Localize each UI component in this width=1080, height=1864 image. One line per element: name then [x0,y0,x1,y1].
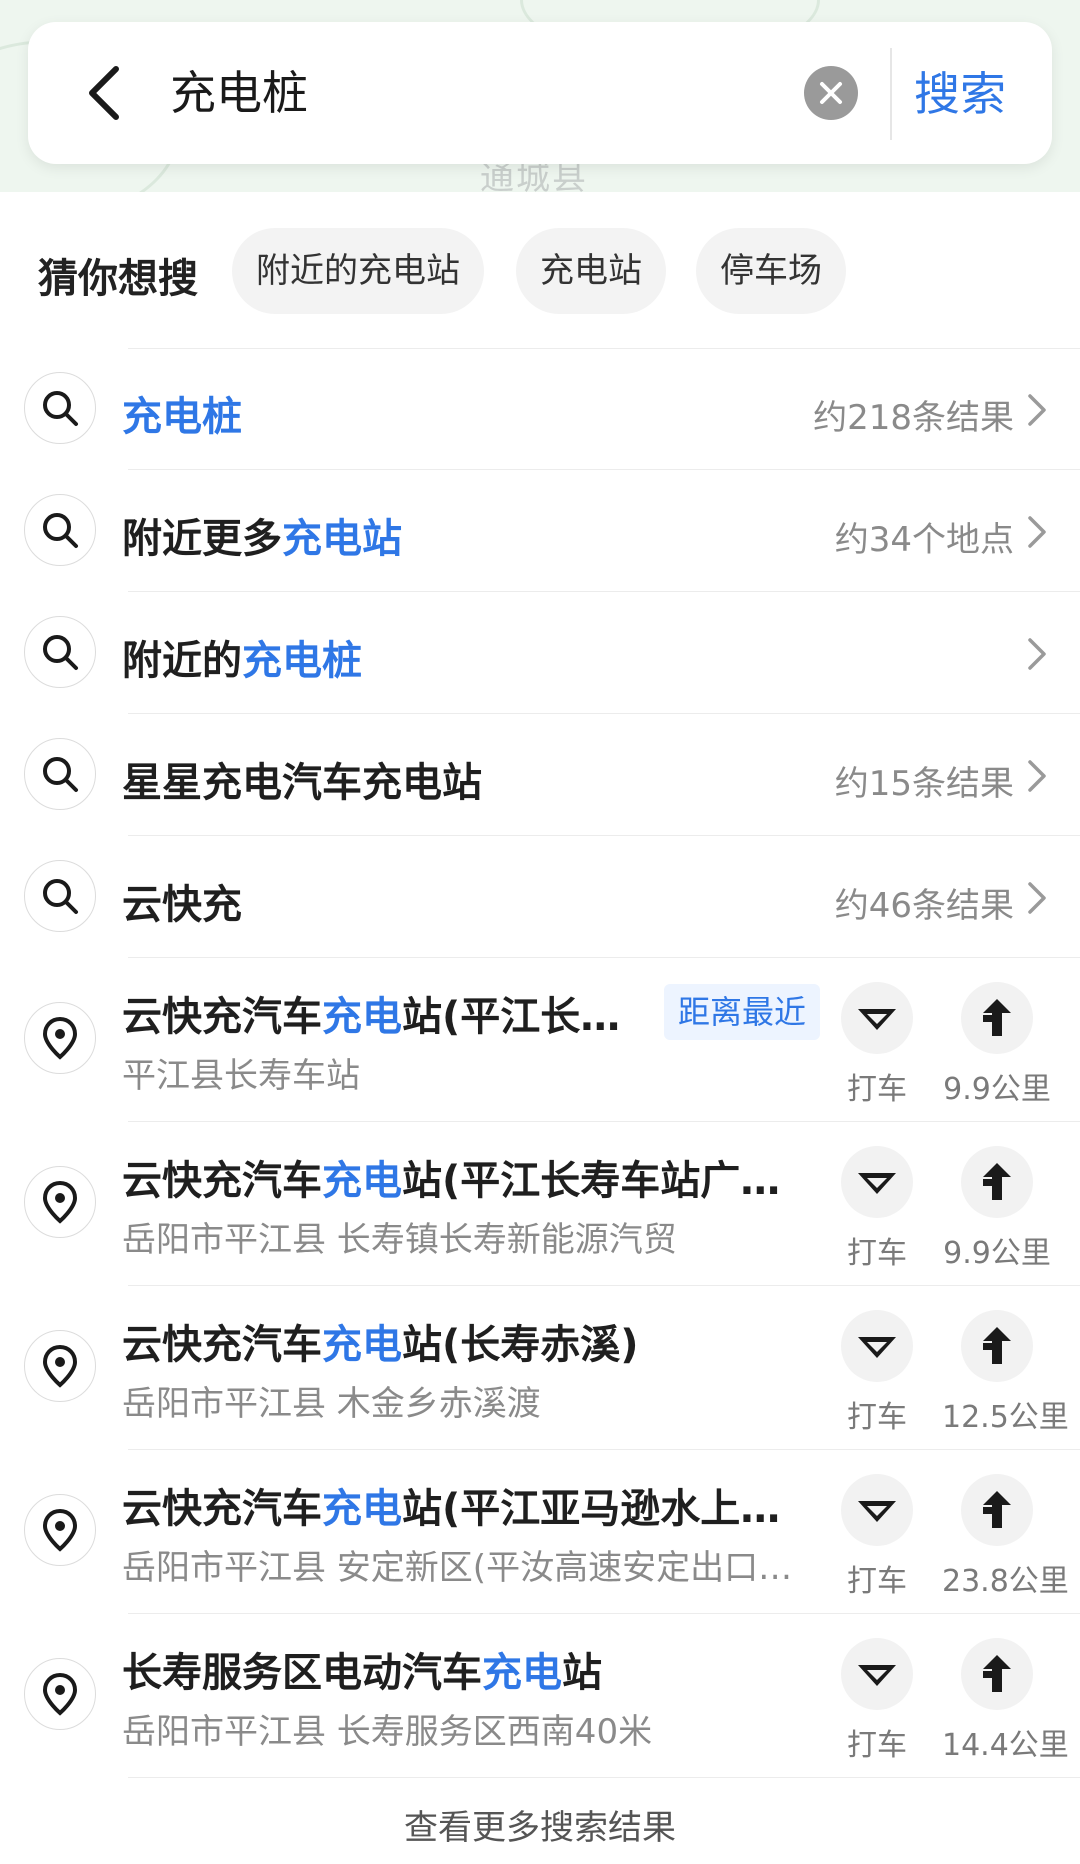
view-more-results-link[interactable]: 查看更多搜索结果 [0,1800,1080,1849]
taxi-label: 打车 [847,1400,907,1435]
result-count: 约218条结果 [813,398,1014,438]
suggestion-title: 附近更多充电站 [122,516,402,562]
navigate-button[interactable]: 9.9公里 [942,982,1052,1108]
search-icon [24,860,96,932]
location-pin-icon [24,1658,96,1730]
location-pin-icon [24,1494,96,1566]
chevron-right-icon [1028,638,1046,670]
chevron-right-icon [1028,394,1046,426]
search-bar: 充电桩 搜索 [28,22,1052,164]
place-address: 平江县长寿车站 [122,1056,360,1096]
suggestion-title: 充电桩 [122,394,242,440]
suggestion-row[interactable]: 云快充 约46条结果 [0,836,1080,958]
taxi-icon [858,1337,896,1358]
taxi-icon [858,1501,896,1522]
search-icon [24,738,96,810]
result-count: 约15条结果 [834,764,1014,804]
chevron-right-icon [1028,516,1046,548]
taxi-label: 打车 [847,1072,907,1107]
chevron-right-icon [1028,882,1046,914]
close-icon [820,82,842,104]
suggestion-title: 附近的充电桩 [122,638,362,684]
clear-button[interactable] [804,66,858,120]
suggestion-row[interactable]: 充电桩 约218条结果 [0,348,1080,470]
place-title: 云快充汽车充电站(平江长寿车站广… [122,1158,781,1204]
place-title: 长寿服务区电动汽车充电站 [122,1650,602,1696]
place-row[interactable]: 云快充汽车充电站(平江长寿车站广… 岳阳市平江县 长寿镇长寿新能源汽贸 打车 9… [0,1122,1080,1286]
distance-label: 14.4公里 [942,1728,1069,1763]
result-count: 约46条结果 [834,886,1014,926]
taxi-button[interactable]: 打车 [822,1146,932,1272]
suggestion-row[interactable]: 附近的充电桩 [0,592,1080,714]
chevron-left-icon [89,66,119,120]
route-arrow-icon [983,1327,1011,1364]
taxi-icon [858,1009,896,1030]
navigate-button[interactable]: 23.8公里 [942,1474,1069,1600]
place-row[interactable]: 云快充汽车充电站(长寿赤溪) 岳阳市平江县 木金乡赤溪渡 打车 12.5公里 [0,1286,1080,1450]
route-arrow-icon [983,1163,1011,1200]
taxi-label: 打车 [847,1236,907,1271]
route-arrow-icon [983,1655,1011,1692]
taxi-label: 打车 [847,1564,907,1599]
place-title: 云快充汽车充电站(平江长… [122,994,621,1040]
location-pin-icon [24,1330,96,1402]
taxi-icon [858,1665,896,1686]
chevron-right-icon [1028,760,1046,792]
suggested-title: 猜你想搜 [38,256,198,302]
taxi-button[interactable]: 打车 [822,982,932,1108]
divider [890,48,892,140]
distance-label: 9.9公里 [943,1236,1051,1271]
distance-label: 23.8公里 [942,1564,1069,1599]
place-address: 岳阳市平江县 安定新区(平汝高速安定出口… [122,1548,793,1588]
place-address: 岳阳市平江县 长寿镇长寿新能源汽贸 [122,1220,677,1260]
taxi-button[interactable]: 打车 [822,1310,932,1436]
search-input[interactable]: 充电桩 [170,58,308,128]
taxi-icon [858,1173,896,1194]
navigate-button[interactable]: 14.4公里 [942,1638,1069,1764]
search-icon [24,372,96,444]
place-row[interactable]: 云快充汽车充电站(平江亚马逊水上… 岳阳市平江县 安定新区(平汝高速安定出口… … [0,1450,1080,1614]
location-pin-icon [24,1002,96,1074]
suggestion-row[interactable]: 附近更多充电站 约34个地点 [0,470,1080,592]
chip-stations[interactable]: 充电站 [516,228,666,314]
location-pin-icon [24,1166,96,1238]
place-address: 岳阳市平江县 长寿服务区西南40米 [122,1712,653,1752]
route-arrow-icon [983,1491,1011,1528]
search-icon [24,494,96,566]
place-row[interactable]: 长寿服务区电动汽车充电站 岳阳市平江县 长寿服务区西南40米 打车 14.4公里 [0,1614,1080,1778]
taxi-label: 打车 [847,1728,907,1763]
place-address: 岳阳市平江县 木金乡赤溪渡 [122,1384,541,1424]
divider [128,1777,1080,1778]
search-button[interactable]: 搜索 [914,54,1006,134]
navigate-button[interactable]: 9.9公里 [942,1146,1052,1272]
navigate-button[interactable]: 12.5公里 [942,1310,1069,1436]
suggestion-row[interactable]: 星星充电汽车充电站 约15条结果 [0,714,1080,836]
chip-parking[interactable]: 停车场 [696,228,846,314]
suggested-searches: 猜你想搜 附近的充电站 充电站 停车场 [0,228,1080,314]
nearest-badge: 距离最近 [664,984,821,1040]
taxi-button[interactable]: 打车 [822,1474,932,1600]
chip-nearby-stations[interactable]: 附近的充电站 [232,228,484,314]
result-count: 约34个地点 [834,520,1014,560]
search-icon [24,616,96,688]
place-title: 云快充汽车充电站(平江亚马逊水上… [122,1486,781,1532]
route-arrow-icon [983,999,1011,1036]
suggestion-title: 云快充 [122,882,242,928]
back-button[interactable] [64,50,144,136]
distance-label: 9.9公里 [943,1072,1051,1107]
place-row[interactable]: 云快充汽车充电站(平江长… 距离最近 平江县长寿车站 打车 9.9公里 [0,958,1080,1122]
distance-label: 12.5公里 [942,1400,1069,1435]
taxi-button[interactable]: 打车 [822,1638,932,1764]
place-title: 云快充汽车充电站(长寿赤溪) [122,1322,639,1368]
suggestion-title: 星星充电汽车充电站 [122,760,482,806]
